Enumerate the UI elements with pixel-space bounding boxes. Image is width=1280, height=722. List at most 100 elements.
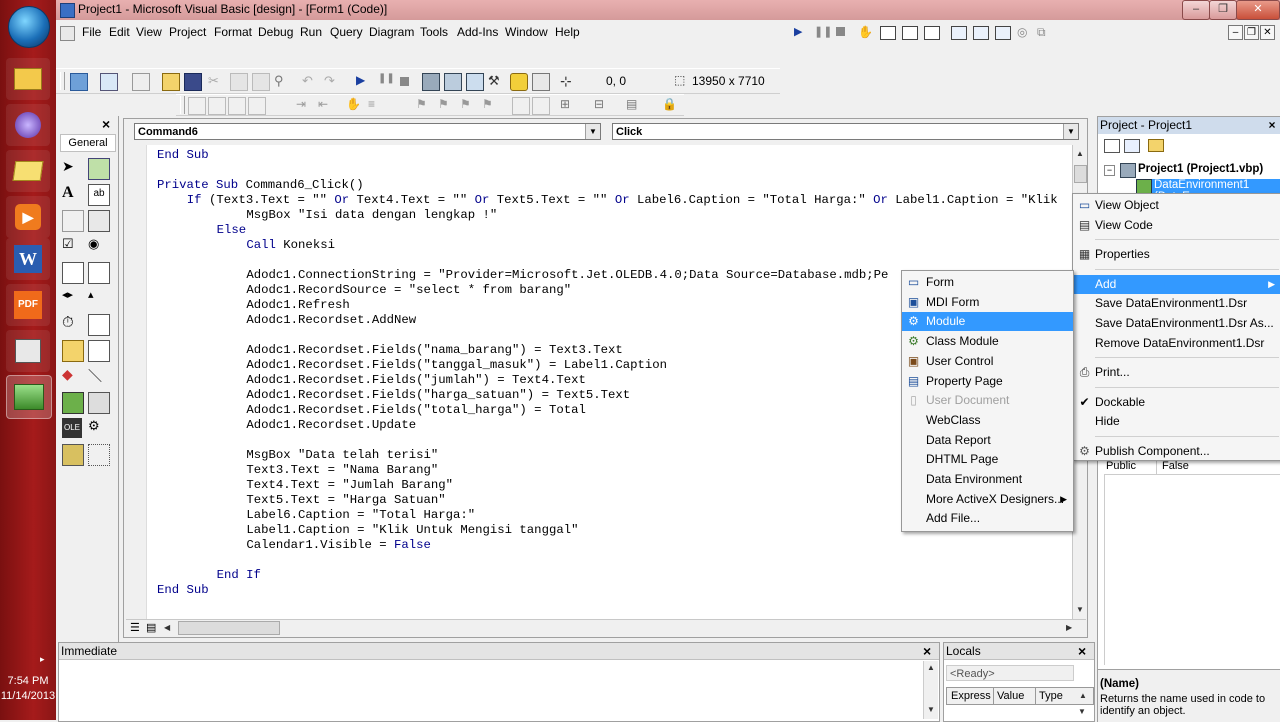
locals-col-value[interactable]: Value bbox=[997, 690, 1024, 702]
watch-window-icon[interactable] bbox=[995, 26, 1011, 40]
pause-icon[interactable]: ❚❚ bbox=[378, 73, 395, 89]
add-project-icon[interactable] bbox=[70, 73, 88, 91]
folder-taskbar-icon[interactable] bbox=[6, 150, 50, 192]
frame-tool-icon[interactable] bbox=[62, 210, 84, 232]
project-panel-close-button[interactable]: × bbox=[1265, 118, 1279, 132]
code-line[interactable]: End If bbox=[217, 568, 261, 583]
center-icon[interactable] bbox=[532, 97, 550, 115]
combobox-tool-icon[interactable] bbox=[62, 262, 84, 284]
menu-diagram[interactable]: Diagram bbox=[369, 25, 414, 39]
code-line[interactable]: End Sub bbox=[157, 148, 209, 163]
ctx-save-dataenvironment1-dsr[interactable]: Save DataEnvironment1.Dsr bbox=[1073, 294, 1280, 313]
system-clock[interactable]: 7:54 PM 11/14/2013 bbox=[0, 674, 56, 704]
shape-tool-icon[interactable]: ◆ bbox=[62, 366, 82, 386]
code-line[interactable]: MsgBox "Isi data dengan lengkap !" bbox=[246, 208, 497, 223]
data-view-icon[interactable] bbox=[510, 73, 528, 91]
run-icon[interactable]: ▶ bbox=[794, 25, 802, 38]
scroll-down-arrow[interactable]: ▼ bbox=[1078, 707, 1086, 716]
clear-bookmarks-icon[interactable]: ⚑ bbox=[482, 97, 498, 113]
code-line[interactable]: Adodc1.Refresh bbox=[246, 298, 349, 313]
restore-button[interactable]: ❐ bbox=[1209, 0, 1237, 20]
code-horizontal-scrollbar[interactable]: ☰ ▤ ◀ ▶ bbox=[126, 619, 1086, 636]
add-module[interactable]: ⚙ Module bbox=[902, 312, 1073, 332]
add-data-report[interactable]: Data Report bbox=[902, 431, 1073, 450]
call-stack-icon[interactable]: ⧉ bbox=[1037, 25, 1046, 40]
code-line[interactable]: Adodc1.Recordset.Fields("nama_barang") =… bbox=[246, 343, 622, 358]
start-button[interactable] bbox=[8, 6, 50, 48]
tree-expander[interactable]: − bbox=[1104, 165, 1115, 176]
add-mdi-form[interactable]: ▣ MDI Form bbox=[902, 293, 1073, 312]
step-into-icon[interactable] bbox=[880, 26, 896, 40]
code-line[interactable]: Adodc1.Recordset.Fields("total_harga") =… bbox=[246, 403, 585, 418]
code-line[interactable]: Text5.Text = "Harga Satuan" bbox=[246, 493, 445, 508]
copy-icon[interactable] bbox=[230, 73, 248, 91]
pdf-taskbar-icon[interactable]: PDF bbox=[6, 284, 50, 326]
locals-window-icon[interactable] bbox=[951, 26, 967, 40]
center-dropdown-icon[interactable]: ▤ bbox=[626, 97, 642, 113]
hand-icon[interactable]: ✋ bbox=[858, 25, 873, 39]
picturebox-tool-icon[interactable] bbox=[88, 158, 110, 180]
chevron-down-icon[interactable]: ▼ bbox=[1063, 124, 1078, 139]
outdent-icon[interactable]: ⇤ bbox=[318, 97, 334, 113]
code-line[interactable]: Adodc1.Recordset.Fields("jumlah") = Text… bbox=[246, 373, 585, 388]
toolbox-icon[interactable] bbox=[532, 73, 550, 91]
ole-tool-icon[interactable]: OLE bbox=[62, 418, 82, 438]
menu-project[interactable]: Project bbox=[169, 25, 206, 39]
add-add-file[interactable]: Add File... bbox=[902, 509, 1073, 528]
undo-icon[interactable]: ↶ bbox=[302, 73, 318, 89]
code-line[interactable]: Text4.Text = "Jumlah Barang" bbox=[246, 478, 453, 493]
code-line[interactable]: Calendar1.Visible = False bbox=[246, 538, 431, 553]
label-tool-icon[interactable]: A bbox=[62, 184, 82, 204]
locals-close-button[interactable]: × bbox=[1078, 643, 1086, 659]
quick-watch-icon[interactable]: ◎ bbox=[1017, 25, 1027, 39]
scroll-up-arrow[interactable]: ▲ bbox=[1073, 149, 1087, 158]
child-close-button[interactable]: ✕ bbox=[1260, 25, 1275, 40]
add-class-module[interactable]: ⚙ Class Module bbox=[902, 332, 1073, 351]
indent-icon[interactable]: ⇥ bbox=[296, 97, 312, 113]
line-tool-icon[interactable]: ＼ bbox=[88, 366, 108, 386]
code-line[interactable]: Adodc1.Recordset.Fields("harga_satuan") … bbox=[246, 388, 630, 403]
comment-block-icon[interactable] bbox=[228, 97, 246, 115]
redo-icon[interactable]: ↷ bbox=[324, 73, 340, 89]
scroll-up-arrow[interactable]: ▲ bbox=[924, 663, 938, 672]
bring-to-front-icon[interactable] bbox=[188, 97, 206, 115]
calendar-tool-icon[interactable] bbox=[88, 444, 110, 466]
add-webclass[interactable]: WebClass bbox=[902, 411, 1073, 430]
document-icon[interactable] bbox=[60, 26, 75, 41]
chevron-down-icon[interactable]: ▼ bbox=[585, 124, 600, 139]
image-tool-icon[interactable] bbox=[62, 392, 84, 414]
hscroll-thumb[interactable] bbox=[178, 621, 280, 635]
save-project-icon[interactable] bbox=[184, 73, 202, 91]
code-line[interactable]: Call Koneksi bbox=[246, 238, 335, 253]
code-line[interactable]: Adodc1.ConnectionString = "Provider=Micr… bbox=[246, 268, 888, 283]
window-taskbar-icon[interactable] bbox=[6, 330, 50, 372]
form-layout-icon[interactable] bbox=[466, 73, 484, 91]
media-taskbar-icon[interactable] bbox=[6, 104, 50, 146]
object-combo[interactable]: Command6 ▼ bbox=[134, 123, 601, 140]
next-bookmark-icon[interactable]: ⚑ bbox=[438, 97, 454, 113]
drivelistbox-tool-icon[interactable] bbox=[88, 314, 110, 336]
paste-icon[interactable] bbox=[252, 73, 270, 91]
size-dropdown-icon[interactable]: ⊟ bbox=[594, 97, 610, 113]
open-project-icon[interactable] bbox=[162, 73, 180, 91]
project-explorer-icon[interactable] bbox=[422, 73, 440, 91]
immediate-window[interactable]: Immediate × ▲ ▼ bbox=[58, 642, 940, 722]
add-data-environment[interactable]: Data Environment bbox=[902, 470, 1073, 489]
align-icon[interactable]: ≡ bbox=[368, 97, 384, 113]
close-button[interactable]: ✕ bbox=[1236, 0, 1280, 20]
code-line[interactable]: Adodc1.Recordset.AddNew bbox=[246, 313, 416, 328]
view-code-icon[interactable] bbox=[1104, 139, 1120, 153]
code-line[interactable]: If (Text3.Text = "" Or Text4.Text = "" O… bbox=[187, 193, 1058, 208]
child-minimize-button[interactable]: ‒ bbox=[1228, 25, 1243, 40]
ctx-hide[interactable]: Hide bbox=[1073, 412, 1280, 431]
data-tool-icon[interactable] bbox=[88, 392, 110, 414]
full-module-view-icon[interactable]: ▤ bbox=[146, 621, 156, 634]
pointer-tool-icon[interactable]: ➤ bbox=[62, 158, 82, 178]
code-line[interactable]: Else bbox=[217, 223, 247, 238]
scroll-right-arrow[interactable]: ▶ bbox=[1066, 623, 1072, 632]
bookmark-icon[interactable]: ⚑ bbox=[416, 97, 432, 113]
align-left-icon[interactable] bbox=[512, 97, 530, 115]
datagrid-tool-icon[interactable] bbox=[62, 444, 84, 466]
menu-view[interactable]: View bbox=[136, 25, 162, 39]
toggle-breakpoint-icon[interactable]: ✋ bbox=[346, 97, 362, 113]
